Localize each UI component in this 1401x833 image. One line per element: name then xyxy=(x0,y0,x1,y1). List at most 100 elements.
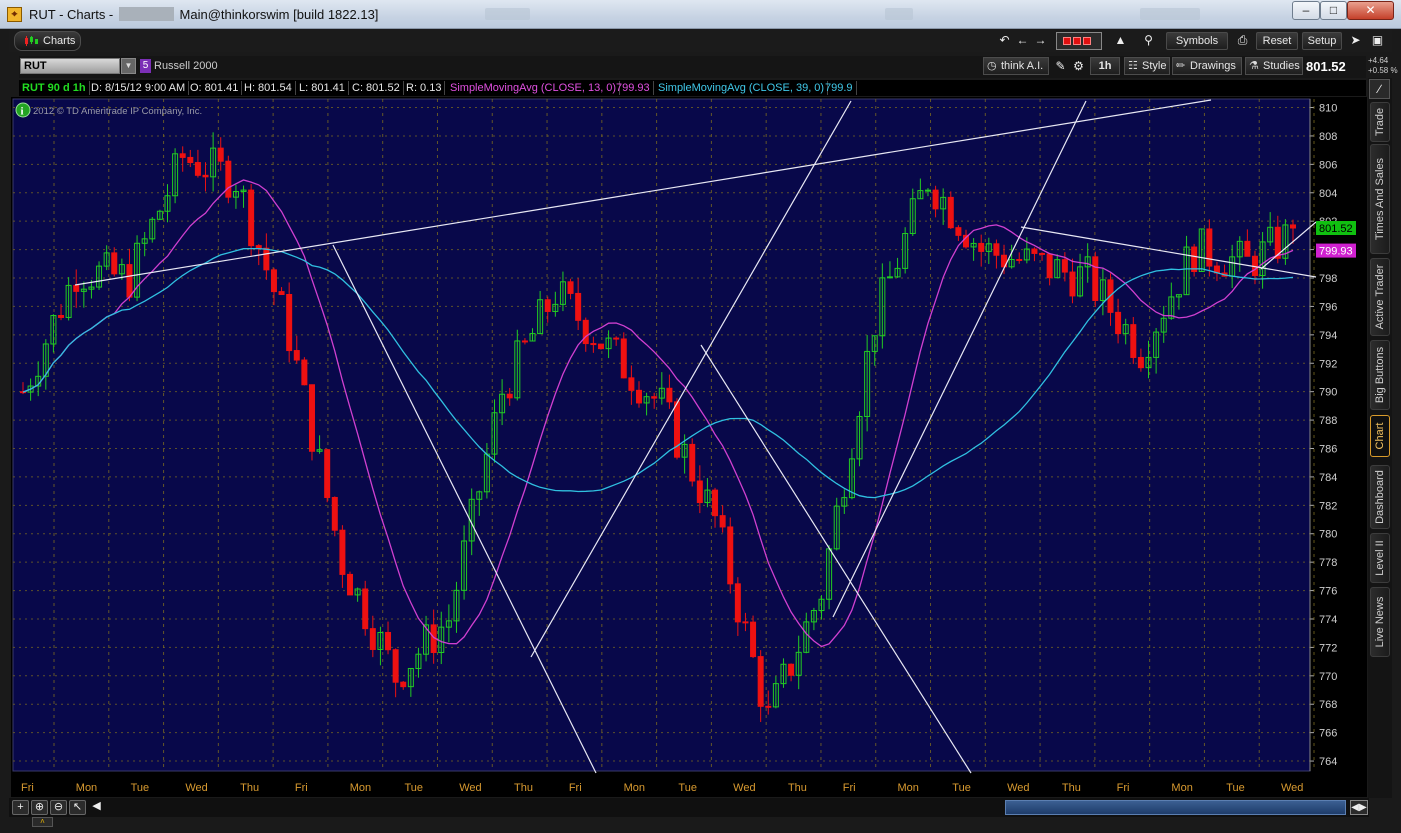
day-label: Fri xyxy=(295,782,308,794)
scroll-to-end-icon[interactable]: ◀▶ xyxy=(1350,800,1368,815)
side-tab-chart[interactable]: Chart xyxy=(1370,415,1390,457)
side-tab-trade[interactable]: Trade xyxy=(1370,102,1390,142)
timeframe-button[interactable]: 1h xyxy=(1090,57,1120,75)
candle-body xyxy=(955,227,962,236)
maximize-button[interactable]: □ xyxy=(1320,1,1347,20)
pin-icon[interactable]: ➤ xyxy=(1347,32,1364,49)
side-tab-label: Dashboard xyxy=(1374,470,1386,524)
reset-button[interactable]: Reset xyxy=(1256,32,1298,50)
candle-body xyxy=(567,281,574,294)
candle-body xyxy=(635,389,642,404)
candle-body xyxy=(582,319,589,345)
price-tick-label: 790 xyxy=(1319,387,1337,399)
forward-arrow-icon[interactable]: → xyxy=(1032,32,1049,49)
bar-high: H: 801.54 xyxy=(241,81,296,95)
day-label: Wed xyxy=(1007,782,1029,794)
candle-body xyxy=(1206,228,1213,267)
detach-window-icon[interactable]: ▣ xyxy=(1369,32,1386,49)
collapse-panel-handle[interactable]: ˄ xyxy=(32,817,53,827)
minimize-button[interactable]: ‒ xyxy=(1292,1,1320,20)
candle-body xyxy=(1191,246,1198,273)
symbol-input[interactable]: RUT xyxy=(20,58,120,74)
chart-period[interactable]: RUT 90 d 1h xyxy=(19,81,90,95)
candle-body xyxy=(719,515,726,528)
candle-body xyxy=(1092,256,1099,301)
scroll-left-icon[interactable]: ◀ xyxy=(88,800,105,815)
close-button[interactable]: ✕ xyxy=(1347,1,1394,20)
price-tick-label: 766 xyxy=(1319,728,1337,740)
sma39-value: 799.9 xyxy=(822,81,857,95)
candle-body xyxy=(58,315,65,318)
day-label: Fri xyxy=(1117,782,1130,794)
side-tab-times-and-sales[interactable]: Times And Sales xyxy=(1370,144,1390,254)
day-label: Mon xyxy=(624,782,645,794)
sma13-label[interactable]: SimpleMovingAvg (CLOSE, 13, 0) xyxy=(447,81,621,95)
candle-body xyxy=(278,291,285,295)
side-tab-level-ii[interactable]: Level II xyxy=(1370,533,1390,583)
charts-tab-label: Charts xyxy=(43,35,76,47)
trendline-tool-icon[interactable]: ∕ xyxy=(1369,79,1390,99)
day-label: Thu xyxy=(240,782,259,794)
setup-button[interactable]: Setup xyxy=(1302,32,1342,50)
candlestick-icon xyxy=(25,36,38,46)
price-tick-label: 806 xyxy=(1319,159,1337,171)
day-label: Wed xyxy=(1281,782,1303,794)
candle-body xyxy=(362,588,369,630)
sma39-label[interactable]: SimpleMovingAvg (CLOSE, 39, 0) xyxy=(655,81,829,95)
drawings-label: Drawings xyxy=(1190,60,1236,72)
symbol-dropdown-button[interactable]: ▼ xyxy=(121,58,136,74)
bar-open: O: 801.41 xyxy=(187,81,243,95)
charts-tab[interactable]: Charts xyxy=(14,31,81,51)
alert-bell-icon[interactable]: ▲ xyxy=(1112,32,1129,49)
candle-body xyxy=(111,252,118,275)
wrench-icon[interactable]: ⚙ xyxy=(1070,58,1087,75)
zoom-in-icon[interactable]: + xyxy=(12,800,29,815)
candle-body xyxy=(947,196,954,229)
price-tick-label: 810 xyxy=(1319,103,1337,115)
day-label: Fri xyxy=(569,782,582,794)
side-tab-live-news[interactable]: Live News xyxy=(1370,587,1390,657)
drawings-button[interactable]: ✏ Drawings xyxy=(1172,57,1242,75)
studies-button[interactable]: ⚗ Studies xyxy=(1245,57,1303,75)
side-tab-dashboard[interactable]: Dashboard xyxy=(1370,465,1390,529)
link-group-selector[interactable] xyxy=(1056,32,1102,50)
candle-body xyxy=(293,350,300,361)
side-tab-active-trader[interactable]: Active Trader xyxy=(1370,258,1390,336)
candle-body xyxy=(1290,224,1296,229)
side-tab-label: Active Trader xyxy=(1374,264,1386,330)
candle-body xyxy=(194,162,201,176)
candle-body xyxy=(993,243,1000,256)
candle-body xyxy=(179,153,186,158)
zoom-fit-icon[interactable]: ⊕ xyxy=(31,800,48,815)
cursor-icon[interactable]: ↖ xyxy=(69,800,86,815)
style-label: Style xyxy=(1142,60,1167,72)
day-label: Tue xyxy=(131,782,150,794)
candle-body xyxy=(263,247,270,271)
print-icon[interactable]: ⎙ xyxy=(1234,32,1251,49)
undo-icon[interactable]: ↶ xyxy=(996,32,1013,49)
drawing-tools-icon[interactable]: ✎ xyxy=(1052,58,1069,75)
bar-date: D: 8/15/12 9:00 AM xyxy=(88,81,190,95)
candle-body xyxy=(689,443,696,482)
candle-body xyxy=(1130,324,1137,358)
zoom-out-icon[interactable]: ⊖ xyxy=(50,800,67,815)
candle-body xyxy=(788,663,795,676)
style-button[interactable]: ☷ Style xyxy=(1124,57,1170,75)
think-ai-button[interactable]: ◷ think A.I. xyxy=(983,57,1049,75)
think-ai-label: think A.I. xyxy=(1001,60,1044,72)
side-tab-big-buttons[interactable]: Big Buttons xyxy=(1370,340,1390,410)
symbol-link-badge[interactable]: 5 xyxy=(140,59,151,73)
back-arrow-icon[interactable]: ← xyxy=(1014,32,1031,49)
time-scrollbar[interactable] xyxy=(1005,800,1346,815)
candle-body xyxy=(620,338,627,379)
candle-body xyxy=(506,393,513,399)
key-icon[interactable]: ⚲ xyxy=(1140,32,1157,49)
day-label: Thu xyxy=(514,782,533,794)
side-tab-label: Level II xyxy=(1374,540,1386,576)
price-chart[interactable]: 8108088068048028007987967947927907887867… xyxy=(11,97,1367,797)
price-tick-label: 788 xyxy=(1319,415,1337,427)
candle-body xyxy=(750,621,757,658)
day-label: Wed xyxy=(459,782,481,794)
symbols-button[interactable]: Symbols xyxy=(1166,32,1228,50)
candle-body xyxy=(727,526,734,585)
